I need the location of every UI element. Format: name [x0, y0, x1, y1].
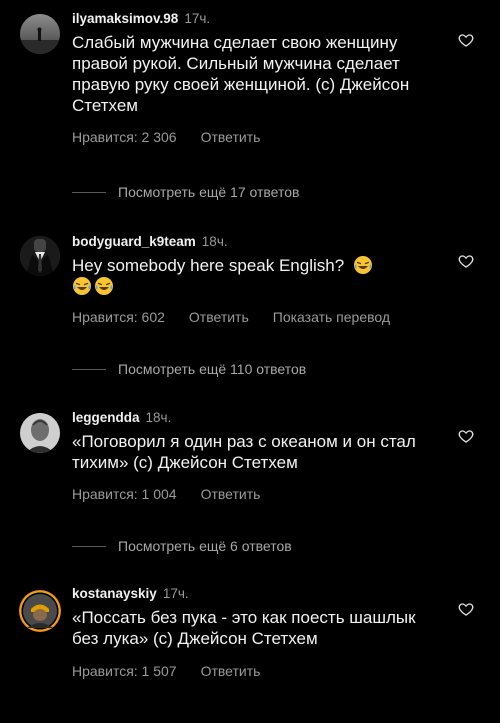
comment-actions: Нравится: 602 Ответить Показать перевод: [72, 309, 440, 325]
comment-actions: Нравится: 2 306 Ответить: [72, 129, 440, 145]
likes-count[interactable]: Нравится: 602: [72, 309, 165, 325]
divider-line: [72, 545, 106, 547]
avatar-story-ring-icon: [23, 594, 57, 628]
avatar-photo-icon: [20, 14, 60, 54]
divider-line: [72, 368, 106, 370]
comment-time: 18ч.: [145, 410, 172, 425]
view-more-replies[interactable]: Посмотреть ещё 110 ответов: [72, 361, 306, 377]
comment-username[interactable]: ilyamaksimov.98: [72, 11, 178, 26]
comment-text: Hey somebody here speak English?: [72, 255, 440, 297]
view-more-replies[interactable]: Посмотреть ещё 17 ответов: [72, 184, 299, 200]
avatar-suit-icon: [20, 236, 60, 276]
view-more-replies[interactable]: Посмотреть ещё 6 ответов: [72, 538, 292, 554]
comment-time: 17ч.: [162, 586, 189, 601]
comment-text-content: Hey somebody here speak English?: [72, 256, 345, 275]
avatar-portrait-icon: [20, 413, 60, 453]
laughing-crying-emoji-icon: [95, 277, 113, 295]
show-translation-button[interactable]: Показать перевод: [273, 309, 390, 325]
comment-text: «Поговорил я один раз с океаном и он ста…: [72, 432, 416, 472]
comment-time: 18ч.: [201, 234, 228, 249]
comment-time: 17ч.: [184, 11, 211, 26]
heart-icon[interactable]: [458, 253, 474, 269]
heart-icon[interactable]: [458, 428, 474, 444]
view-more-replies-label[interactable]: Посмотреть ещё 6 ответов: [118, 538, 292, 554]
divider-line: [72, 191, 106, 193]
avatar[interactable]: [20, 14, 60, 54]
reply-button[interactable]: Ответить: [201, 663, 261, 679]
avatar[interactable]: [19, 590, 61, 632]
comments-screen: ilyamaksimov.98 17ч. Слабый мужчина сдела…: [0, 0, 500, 723]
laughing-crying-emoji-icon: [353, 256, 372, 274]
view-more-replies-label[interactable]: Посмотреть ещё 17 ответов: [118, 184, 299, 200]
avatar[interactable]: [20, 236, 60, 276]
avatar[interactable]: [20, 413, 60, 453]
heart-icon[interactable]: [458, 32, 474, 48]
comment-text: «Поссать без пука - это как поесть шашлы…: [72, 608, 416, 648]
heart-icon[interactable]: [458, 601, 474, 617]
likes-count[interactable]: Нравится: 1 507: [72, 663, 177, 679]
reply-button[interactable]: Ответить: [201, 129, 261, 145]
reply-button[interactable]: Ответить: [189, 309, 249, 325]
comment-username[interactable]: bodyguard_k9team: [72, 234, 196, 249]
comment-username[interactable]: leggendda: [72, 410, 140, 425]
likes-count[interactable]: Нравится: 2 306: [72, 129, 177, 145]
reply-button[interactable]: Ответить: [201, 486, 261, 502]
laughing-crying-emoji-icon: [73, 277, 91, 295]
likes-count[interactable]: Нравится: 1 004: [72, 486, 177, 502]
comment-text: Слабый мужчина сделает свою женщину прав…: [72, 33, 410, 115]
view-more-replies-label[interactable]: Посмотреть ещё 110 ответов: [118, 361, 306, 377]
comment-actions: Нравится: 1 004 Ответить: [72, 486, 440, 502]
comment-actions: Нравится: 1 507 Ответить: [72, 663, 440, 679]
comment-username[interactable]: kostanayskiy: [72, 586, 157, 601]
